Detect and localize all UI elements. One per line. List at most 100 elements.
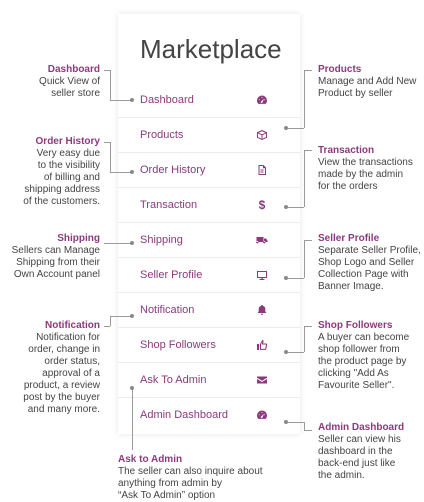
connector-products [304,70,305,128]
annotation-heading: Notification [0,320,100,332]
menu-item-shop-followers[interactable]: Shop Followers [118,327,300,362]
annotation-text: View the transactions [318,157,413,168]
annotation-text: Own Account panel [14,269,100,280]
annotation-text: order, change in [28,344,100,355]
menu-item-shipping[interactable]: Shipping [118,222,300,257]
connector-dot [284,126,288,130]
menu-label: Transaction [140,199,197,211]
panel-title: Marketplace [140,34,282,65]
menu-label: Seller Profile [140,269,202,281]
annotation-text: clicking "Add As [318,368,389,379]
menu-label: Notification [140,304,194,316]
annotation-text: the product page by [318,356,406,367]
annotation-text: Separate Seller Profile, [318,245,421,256]
connector-dot [130,170,134,174]
annotation-text: Shop Logo and Seller [318,257,414,268]
annotation-text: Very easy due [37,148,100,159]
annotation-text: Product by seller [318,88,392,99]
menu-item-order-history[interactable]: Order History [118,152,300,187]
menu-label: Shipping [140,234,183,246]
connector-transaction [304,150,305,207]
annotation-text: made by the admin [318,169,403,180]
dashboard-gauge-icon [256,409,268,421]
menu-item-admin-dashboard[interactable]: Admin Dashboard [118,397,300,432]
annotation-transaction: Transaction View the transactions made b… [318,145,422,193]
annotation-text: Manage and Add New [318,76,416,87]
annotation-heading: Products [318,64,422,76]
annotation-text: anything from admin by [118,478,222,489]
annotation-text: post by the buyer [23,392,100,403]
connector-dashboard [110,100,132,101]
menu-label: Admin Dashboard [140,409,228,421]
menu-label: Shop Followers [140,339,216,351]
annotation-text: dashboard in the [318,446,393,457]
connector-admin-dashboard [286,422,304,423]
connector-seller-profile [304,240,312,241]
annotation-text: back-end just like [318,458,395,469]
annotation-shipping: Shipping Sellers can Manage Shipping fro… [0,233,100,281]
connector-dot [130,314,134,318]
annotation-heading: Transaction [318,145,422,157]
annotation-notification: Notification Notification for order, cha… [0,320,100,416]
menu-label: Order History [140,164,205,176]
connector-dashboard [110,70,111,100]
monitor-icon [256,269,268,281]
connector-dot [130,386,134,390]
truck-icon [256,234,268,246]
menu-item-dashboard[interactable]: Dashboard [118,82,300,117]
menu-label: Ask To Admin [140,374,206,386]
connector-transaction [286,207,304,208]
annotation-text: order status, [44,356,100,367]
annotation-heading: Seller Profile [318,233,424,245]
menu-label: Products [140,129,183,141]
bell-icon [256,304,268,316]
annotation-heading: Order History [0,136,100,148]
annotation-text: Banner Image. [318,281,384,292]
annotation-text: product, a review [24,380,100,391]
annotation-heading: Dashboard [4,64,100,76]
annotation-text: Notification for [36,332,100,343]
annotation-text: of billing and [44,172,100,183]
connector-transaction [304,150,312,151]
annotation-products: Products Manage and Add New Product by s… [318,64,422,100]
connector-notification [110,316,111,326]
menu-item-products[interactable]: Products [118,117,300,152]
annotation-text: Sellers can Manage [12,245,100,256]
connector-products [304,70,312,71]
annotation-heading: Admin Dashboard [318,422,422,434]
menu-item-transaction[interactable]: Transaction $ [118,187,300,222]
connector-dot [130,241,134,245]
connector-ask-to-admin [132,388,133,450]
connector-dot [284,420,288,424]
annotation-text: A buyer can become [318,332,409,343]
connector-seller-profile [304,240,305,278]
annotation-heading: Shipping [0,233,100,245]
menu-label: Dashboard [140,94,194,106]
annotation-text: of the customers. [23,196,100,207]
connector-shipping [104,243,132,244]
annotation-text: to the visibility [38,160,100,171]
dashboard-gauge-icon [256,94,268,106]
annotation-order-history: Order History Very easy due to the visib… [0,136,100,208]
annotation-ask-to-admin: Ask to Admin The seller can also inquire… [118,454,308,502]
annotation-heading: Shop Followers [318,320,422,332]
connector-admin-dashboard [304,430,312,431]
menu-item-ask-to-admin[interactable]: Ask To Admin [118,362,300,397]
connector-notification [110,316,132,317]
connector-dot [284,276,288,280]
connector-shop-followers [304,326,305,352]
annotation-text: seller store [51,88,100,99]
annotation-text: The seller can also inquire about [118,466,263,477]
menu-item-seller-profile[interactable]: Seller Profile [118,257,300,292]
thumbs-up-icon [256,339,268,351]
annotation-text: Quick View of [39,76,100,87]
annotation-text: the admin. [318,470,365,481]
annotation-text: “Ask To Admin” option [118,490,215,501]
menu-item-notification[interactable]: Notification [118,292,300,327]
annotation-shop-followers: Shop Followers A buyer can become shop f… [318,320,422,392]
annotation-text: Favourite Seller". [318,380,394,391]
marketplace-panel: Marketplace Dashboard Products Order His… [118,14,300,434]
annotation-text: shipping address [24,184,100,195]
annotation-text: Collection Page with [318,269,409,280]
connector-dot [130,98,134,102]
